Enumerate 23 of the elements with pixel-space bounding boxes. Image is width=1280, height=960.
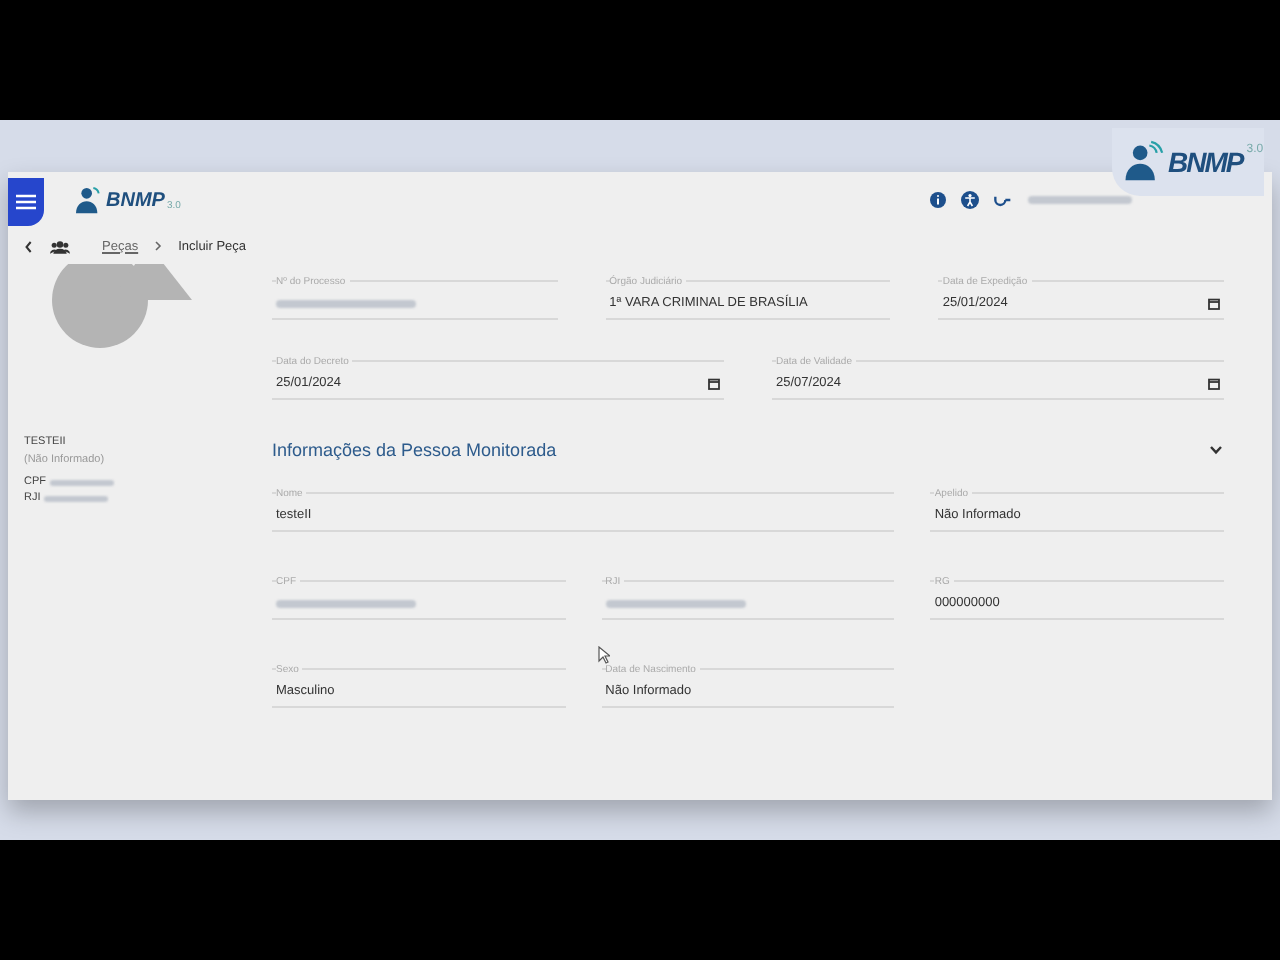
accessibility-icon[interactable] xyxy=(960,190,980,210)
logo-text: BNMP xyxy=(1168,146,1243,178)
person-logo-icon xyxy=(72,184,104,216)
redacted-user-name xyxy=(1028,196,1132,204)
redacted-value xyxy=(44,495,109,501)
menu-icon xyxy=(16,194,36,210)
chevron-right-icon xyxy=(154,240,163,252)
chevron-down-icon[interactable] xyxy=(1208,444,1224,456)
redacted-value xyxy=(276,299,416,307)
info-icon[interactable] xyxy=(928,190,948,210)
section-title: Informações da Pessoa Monitorada xyxy=(272,440,557,460)
menu-button[interactable] xyxy=(8,178,44,226)
calendar-icon[interactable] xyxy=(1208,377,1220,389)
mouse-cursor-icon xyxy=(598,646,610,664)
calendar-icon[interactable] xyxy=(708,377,720,389)
people-icon xyxy=(50,239,70,253)
back-chevron-icon[interactable] xyxy=(24,239,34,253)
logo-text: BNMP xyxy=(106,189,165,211)
redacted-value xyxy=(50,479,114,485)
calendar-icon[interactable] xyxy=(1208,297,1221,309)
redacted-value xyxy=(276,599,416,607)
redacted-value xyxy=(605,599,746,607)
person-logo-icon xyxy=(1120,140,1164,184)
